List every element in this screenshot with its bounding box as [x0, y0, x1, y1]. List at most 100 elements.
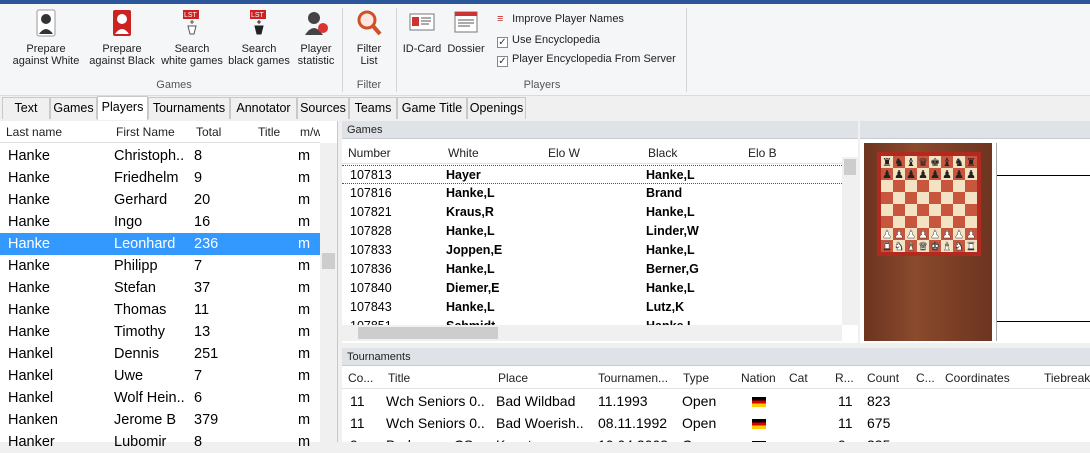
game-row[interactable]: 107813 Hayer Hanke,L: [342, 165, 842, 184]
tab-games[interactable]: Games: [50, 97, 97, 119]
column-header-first-name[interactable]: First Name: [116, 121, 175, 142]
chess-piece-icon[interactable]: ♞: [954, 240, 964, 253]
games-hscroll-thumb[interactable]: [358, 327, 498, 339]
player-row[interactable]: Hanke Leonhard 236 m: [0, 233, 320, 255]
chess-piece-icon[interactable]: ♟: [954, 168, 964, 181]
column-header-total[interactable]: Total: [196, 121, 221, 142]
chess-piece-icon[interactable]: ♜: [882, 240, 892, 253]
chess-piece-icon[interactable]: ♟: [966, 168, 976, 181]
players-scrollbar[interactable]: [320, 143, 337, 442]
tab-teams[interactable]: Teams: [349, 97, 397, 119]
search-white-games-button[interactable]: LST Search white games: [160, 4, 224, 74]
game-row[interactable]: 107816 Hanke,L Brand: [342, 184, 842, 203]
tab-annotator[interactable]: Annotator: [230, 97, 297, 119]
board-square[interactable]: [953, 192, 965, 204]
chess-piece-icon[interactable]: ♟: [930, 168, 940, 181]
chess-piece-icon[interactable]: ♞: [894, 240, 904, 253]
chess-piece-icon[interactable]: ♝: [942, 240, 952, 253]
game-row[interactable]: 107821 Kraus,R Hanke,L: [342, 203, 842, 222]
board-square[interactable]: [881, 192, 893, 204]
games-rows[interactable]: 107813 Hayer Hanke,L 107816 Hanke,L Brand 1078…: [342, 165, 842, 325]
chess-piece-icon[interactable]: ♟: [918, 168, 928, 181]
board-square[interactable]: [893, 216, 905, 228]
player-row[interactable]: Hanke Thomas 11 m: [0, 299, 320, 321]
board-square[interactable]: [965, 180, 977, 192]
board-square[interactable]: [905, 180, 917, 192]
board-square[interactable]: [941, 180, 953, 192]
board-square[interactable]: [929, 216, 941, 228]
board-square[interactable]: [905, 216, 917, 228]
board-square[interactable]: [881, 180, 893, 192]
search-black-games-button[interactable]: LST Search black games: [226, 4, 292, 74]
column-header-type[interactable]: Type: [683, 367, 709, 388]
filter-list-button[interactable]: Filter List: [345, 4, 393, 74]
board-square[interactable]: [905, 192, 917, 204]
board-square[interactable]: [929, 180, 941, 192]
games-scroll-thumb[interactable]: [844, 159, 856, 175]
column-header-tournament-date[interactable]: Tournamen...: [598, 367, 668, 388]
prepare-against-white-button[interactable]: Prepare against White: [8, 4, 84, 74]
tournament-row[interactable]: 9 Bodensee-CS.. Konstanz10.04.2003Open 9 335: [342, 434, 1090, 442]
chess-piece-icon[interactable]: ♟: [894, 168, 904, 181]
column-header-sex[interactable]: m/w: [300, 121, 320, 142]
board-square[interactable]: [953, 180, 965, 192]
chess-piece-icon[interactable]: ♝: [906, 240, 916, 253]
id-card-button[interactable]: ID-Card: [400, 4, 444, 74]
column-header-tiebreak[interactable]: Tiebreak: [1044, 367, 1090, 388]
game-row[interactable]: 107828 Hanke,L Linder,W: [342, 222, 842, 241]
column-header-place[interactable]: Place: [498, 367, 528, 388]
board-square[interactable]: [893, 180, 905, 192]
chess-piece-icon[interactable]: ♛: [918, 240, 928, 253]
column-header-white[interactable]: White: [448, 142, 479, 163]
player-row[interactable]: Hankel Uwe 7 m: [0, 365, 320, 387]
board-square[interactable]: [965, 204, 977, 216]
board-square[interactable]: [929, 192, 941, 204]
improve-player-names-button[interactable]: ≡ Improve Player Names: [497, 11, 624, 27]
board-square[interactable]: [881, 204, 893, 216]
column-header-coordinates[interactable]: Coordinates: [945, 367, 1010, 388]
tab-text[interactable]: Text: [2, 97, 50, 119]
chess-piece-icon[interactable]: ♟: [942, 168, 952, 181]
tab-tournaments[interactable]: Tournaments: [148, 97, 230, 119]
player-row[interactable]: Hanke Ingo 16 m: [0, 211, 320, 233]
board-square[interactable]: [965, 216, 977, 228]
board-square[interactable]: [893, 204, 905, 216]
chess-piece-icon[interactable]: ♜: [966, 240, 976, 253]
player-row[interactable]: Hanke Stefan 37 m: [0, 277, 320, 299]
board-square[interactable]: [893, 192, 905, 204]
column-header-category[interactable]: Cat: [789, 367, 808, 388]
player-row[interactable]: Hankel Dennis 251 m: [0, 343, 320, 365]
player-row[interactable]: Hankel Wolf Hein.. 6 m: [0, 387, 320, 409]
player-row[interactable]: Hanke Timothy 13 m: [0, 321, 320, 343]
column-header-black[interactable]: Black: [648, 142, 677, 163]
dossier-button[interactable]: Dossier: [444, 4, 488, 74]
prepare-against-black-button[interactable]: Prepare against Black: [84, 4, 160, 74]
board-square[interactable]: [941, 192, 953, 204]
games-scrollbar[interactable]: [842, 157, 858, 325]
board-square[interactable]: [941, 216, 953, 228]
player-row[interactable]: Hanke Gerhard 20 m: [0, 189, 320, 211]
tab-game-title[interactable]: Game Title: [397, 97, 467, 119]
column-header-title[interactable]: Title: [388, 367, 410, 388]
players-scroll-thumb[interactable]: [322, 253, 335, 269]
board-square[interactable]: [917, 192, 929, 204]
tab-sources[interactable]: Sources: [297, 97, 349, 119]
game-row[interactable]: 107843 Hanke,L Lutz,K: [342, 298, 842, 317]
column-header-nation[interactable]: Nation: [741, 367, 776, 388]
chess-board[interactable]: ♜ ♞ ♝ ♛ ♚ ♝ ♞ ♜♟ ♟ ♟ ♟ ♟ ♟ ♟ ♟♟ ♟ ♟ ♟ ♟ ♟ ♟ ♟♜ ♞ ♝ ♛ ♚ ♝ ♞ ♜: [877, 152, 981, 256]
board-square[interactable]: [929, 204, 941, 216]
game-row[interactable]: 107840 Diemer,E Hanke,L: [342, 279, 842, 298]
column-header-rounds[interactable]: R...: [835, 367, 854, 388]
chess-piece-icon[interactable]: ♟: [882, 168, 892, 181]
column-header-title[interactable]: Title: [258, 121, 280, 142]
board-square[interactable]: [905, 204, 917, 216]
column-header-count[interactable]: Count: [867, 367, 899, 388]
tournament-row[interactable]: 11 Wch Seniors 0.. Bad Wildbad 11.1993 Open 1…: [342, 390, 1090, 412]
chess-piece-icon[interactable]: ♟: [906, 168, 916, 181]
board-square[interactable]: [917, 180, 929, 192]
board-square[interactable]: [965, 192, 977, 204]
player-row[interactable]: Hanke Christoph.. 8 m: [0, 145, 320, 167]
tab-openings[interactable]: Openings: [467, 97, 526, 119]
player-row[interactable]: Hanker Lubomir 8 m: [0, 431, 320, 453]
tab-players[interactable]: Players: [97, 96, 148, 120]
